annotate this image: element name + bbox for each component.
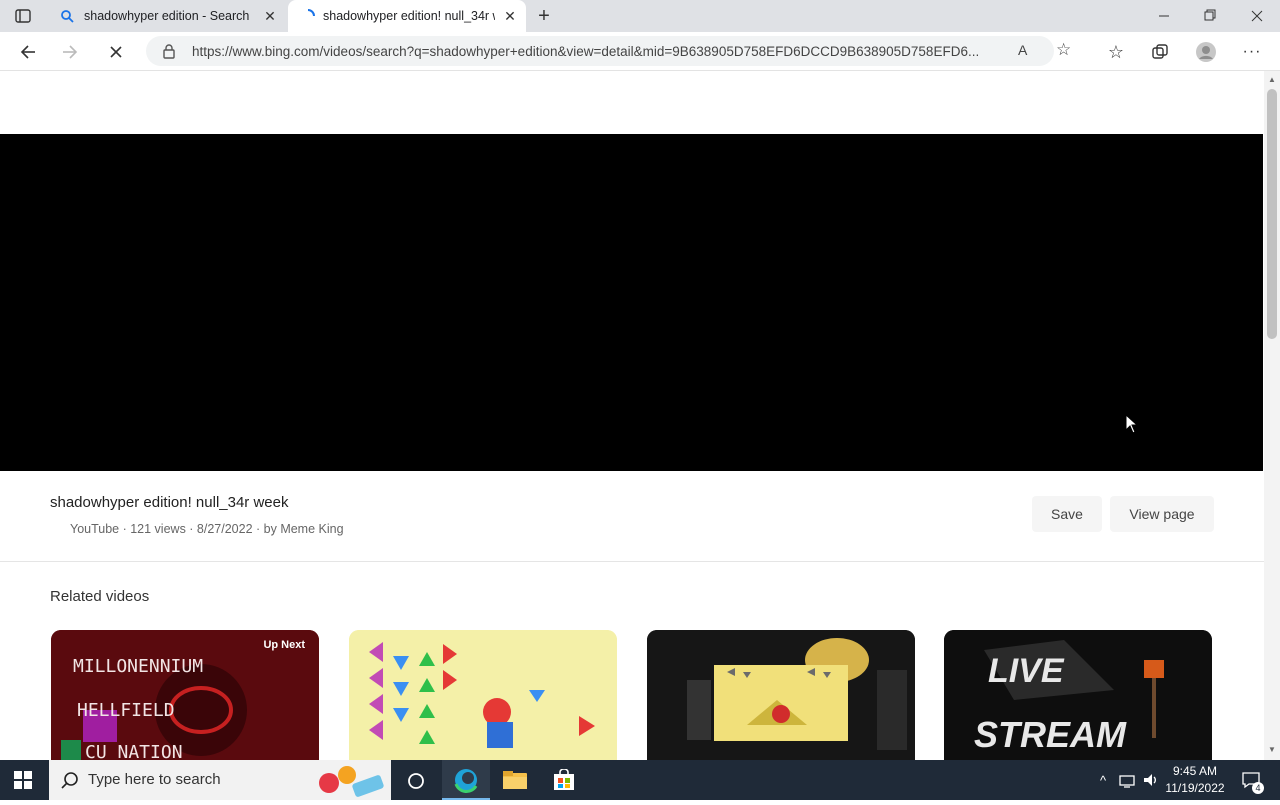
taskbar-search-box[interactable]: Type here to search	[49, 760, 391, 800]
lock-icon	[162, 43, 176, 59]
thumbnail-text: HELLFIELD	[77, 700, 175, 721]
tab-video[interactable]: shadowhyper edition! null_34r w ✕	[288, 0, 526, 32]
page-content: shadowhyper edition! null_34r week YouTu…	[0, 71, 1264, 760]
scrollbar-thumb[interactable]	[1267, 89, 1277, 339]
clock-date: 11/19/2022	[1165, 781, 1225, 795]
video-title: shadowhyper edition! null_34r week	[50, 494, 289, 511]
view-page-button-label: View page	[1129, 506, 1195, 522]
up-next-badge: Up Next	[263, 639, 305, 651]
browser-toolbar: https://www.bing.com/videos/search?q=sha…	[0, 32, 1280, 71]
video-thumbnail	[647, 630, 915, 760]
stop-loading-icon[interactable]	[104, 40, 128, 64]
thumbnail-text: LIVE	[988, 652, 1064, 690]
file-explorer-icon[interactable]	[502, 770, 528, 790]
thumbnail-text: MILLONENNIUM	[73, 656, 204, 677]
read-aloud-icon[interactable]: A	[1018, 42, 1027, 58]
back-icon[interactable]	[16, 40, 40, 64]
related-video-card[interactable]: LIVE STREAM	[944, 630, 1212, 760]
save-button[interactable]: Save	[1032, 496, 1102, 532]
thumbnail-text: STREAM	[974, 714, 1126, 755]
close-window-icon[interactable]	[1245, 8, 1269, 24]
video-player[interactable]	[0, 134, 1263, 471]
url-text: https://www.bing.com/videos/search?q=sha…	[192, 44, 980, 59]
tab-title: shadowhyper edition - Search	[84, 9, 250, 23]
save-button-label: Save	[1051, 506, 1083, 522]
mouse-cursor-icon	[1125, 413, 1139, 434]
task-view-icon[interactable]	[406, 771, 426, 791]
related-video-card[interactable]: MILLONENNIUM HELLFIELD CU NATION Up Next	[51, 630, 319, 760]
search-icon	[61, 771, 79, 789]
system-clock[interactable]: 9:45 AM 11/19/2022	[1160, 763, 1230, 797]
more-options-icon[interactable]: ···	[1240, 40, 1264, 64]
minimize-icon[interactable]	[1152, 8, 1176, 24]
collections-icon[interactable]	[1148, 40, 1172, 64]
view-page-button[interactable]: View page	[1110, 496, 1214, 532]
notification-count-badge: 4	[1252, 782, 1264, 794]
related-videos-heading: Related videos	[50, 588, 150, 605]
video-meta: YouTube · 121 views · 8/27/2022 · by Mem…	[70, 522, 344, 536]
start-windows-icon[interactable]	[14, 771, 32, 789]
favorites-icon[interactable]: ☆	[1104, 40, 1128, 64]
related-video-card[interactable]	[349, 630, 617, 760]
tab-title: shadowhyper edition! null_34r w	[323, 9, 495, 23]
related-video-card[interactable]	[647, 630, 915, 760]
scroll-down-icon[interactable]: ▼	[1268, 745, 1276, 754]
search-placeholder: Type here to search	[88, 771, 221, 788]
loading-icon	[300, 8, 316, 24]
profile-avatar-icon[interactable]	[1194, 40, 1218, 64]
close-tab-icon[interactable]: ✕	[262, 8, 278, 24]
restore-icon[interactable]	[1198, 8, 1222, 24]
notifications-icon[interactable]	[1236, 760, 1266, 800]
network-icon[interactable]	[1116, 760, 1138, 800]
forward-icon[interactable]	[58, 40, 82, 64]
search-highlight-icon	[315, 763, 387, 797]
page-scrollbar[interactable]: ▲ ▼	[1264, 71, 1280, 760]
taskbar: Type here to search ^ 9:45 AM 11/19/2022…	[0, 760, 1280, 800]
new-tab-icon[interactable]: +	[534, 6, 554, 26]
divider	[0, 561, 1264, 562]
thumbnail-text: CU NATION	[85, 742, 183, 760]
edge-app-icon[interactable]	[442, 760, 490, 800]
address-bar[interactable]: https://www.bing.com/videos/search?q=sha…	[146, 36, 1071, 66]
clock-time: 9:45 AM	[1172, 764, 1218, 778]
close-tab-icon[interactable]: ✕	[502, 8, 518, 24]
tab-strip: shadowhyper edition - Search ✕ shadowhyp…	[0, 0, 1280, 32]
scroll-up-icon[interactable]: ▲	[1268, 75, 1276, 84]
microsoft-store-icon[interactable]	[552, 768, 576, 791]
tab-actions-icon[interactable]	[14, 7, 32, 25]
add-favorite-icon[interactable]: ☆	[1056, 40, 1071, 60]
show-hidden-icons-icon[interactable]: ^	[1094, 760, 1112, 800]
video-thumbnail	[349, 630, 617, 760]
volume-icon[interactable]	[1140, 760, 1162, 800]
tab-search[interactable]: shadowhyper edition - Search ✕	[48, 0, 286, 32]
search-icon	[60, 9, 74, 23]
